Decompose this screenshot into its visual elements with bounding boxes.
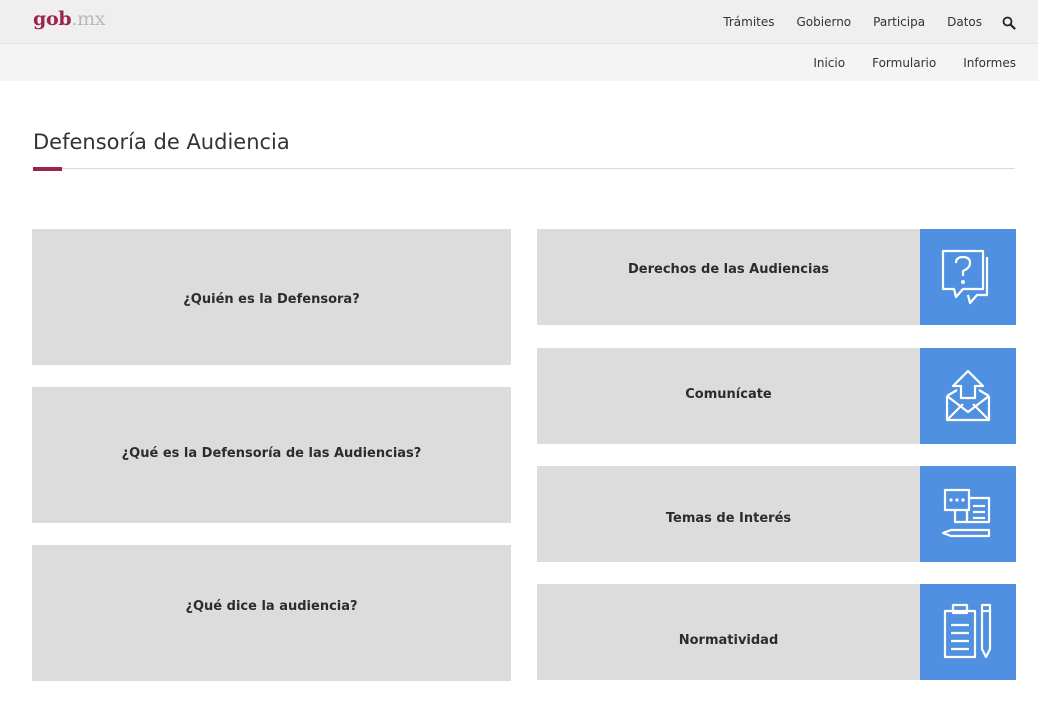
card-icon-box	[920, 466, 1016, 562]
question-document-icon	[941, 249, 989, 305]
card-que-dice-la-audiencia[interactable]: ¿Qué dice la audiencia?	[32, 545, 511, 681]
card-temas-de-interes[interactable]: Temas de Interés	[537, 466, 1016, 562]
site-logo[interactable]: gob.mx	[33, 8, 106, 30]
logo-main-text: gob	[33, 8, 72, 30]
subnav-formulario-link[interactable]: Formulario	[872, 56, 936, 70]
logo-suffix-text: .mx	[71, 8, 106, 30]
subnav-inicio-link[interactable]: Inicio	[813, 56, 845, 70]
card-label: Temas de Interés	[665, 510, 792, 526]
card-label: Normatividad	[678, 632, 779, 648]
card-que-es-la-defensoria[interactable]: ¿Qué es la Defensoría de las Audiencias?	[32, 387, 511, 523]
card-label: ¿Qué dice la audiencia?	[185, 598, 358, 614]
card-label: ¿Quién es la Defensora?	[183, 291, 360, 307]
page-title: Defensoría de Audiencia	[33, 130, 290, 154]
envelope-upload-icon	[945, 369, 991, 422]
chat-pencil-icon	[941, 488, 991, 538]
sub-navbar: Inicio Formulario Informes	[0, 44, 1038, 81]
card-quien-es-la-defensora[interactable]: ¿Quién es la Defensora?	[32, 229, 511, 365]
card-icon-box	[920, 584, 1016, 680]
main-nav: Trámites Gobierno Participa Datos	[701, 0, 1016, 43]
title-divider	[33, 168, 1015, 169]
card-label: ¿Qué es la Defensoría de las Audiencias?	[121, 445, 422, 461]
top-navbar: gob.mx Trámites Gobierno Participa Datos	[0, 0, 1038, 44]
section-nav: Inicio Formulario Informes	[786, 44, 1016, 81]
card-derechos-de-las-audiencias[interactable]: Derechos de las Audiencias	[537, 229, 1016, 325]
card-label: Comunícate	[685, 386, 772, 402]
card-icon-box	[920, 348, 1016, 444]
nav-gobierno-link[interactable]: Gobierno	[797, 15, 852, 29]
search-icon[interactable]	[1002, 15, 1016, 30]
nav-tramites-link[interactable]: Trámites	[723, 15, 774, 29]
card-icon-box	[920, 229, 1016, 325]
title-accent-bar	[33, 167, 62, 171]
nav-datos-link[interactable]: Datos	[947, 15, 982, 29]
card-comunicate[interactable]: Comunícate	[537, 348, 1016, 444]
subnav-informes-link[interactable]: Informes	[963, 56, 1016, 70]
clipboard-pencil-icon	[943, 603, 992, 659]
nav-participa-link[interactable]: Participa	[873, 15, 925, 29]
card-label: Derechos de las Audiencias	[628, 261, 829, 277]
card-normatividad[interactable]: Normatividad	[537, 584, 1016, 680]
